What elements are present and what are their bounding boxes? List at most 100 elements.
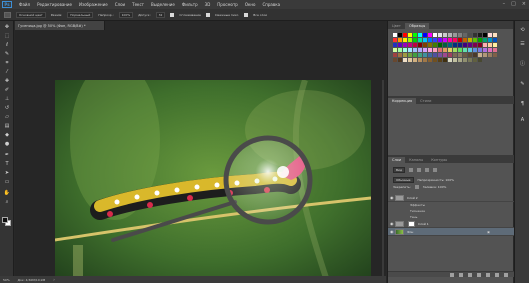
info-icon[interactable]: ⓘ bbox=[519, 61, 526, 68]
color-swatch[interactable] bbox=[403, 48, 407, 52]
layer-style-icon[interactable] bbox=[459, 272, 463, 277]
eyedropper-icon[interactable]: ⁄ bbox=[3, 69, 11, 75]
color-swatch[interactable] bbox=[488, 43, 492, 47]
tab-styles[interactable]: Стили bbox=[416, 98, 435, 104]
color-swatch[interactable] bbox=[493, 48, 497, 52]
color-swatch[interactable] bbox=[443, 58, 447, 62]
color-swatch[interactable] bbox=[408, 38, 412, 42]
menu-view[interactable]: Просмотр bbox=[217, 2, 238, 7]
path-select-icon[interactable]: ➤ bbox=[3, 170, 11, 176]
color-swatch[interactable] bbox=[458, 38, 462, 42]
menu-filter[interactable]: Фильтр bbox=[182, 2, 198, 7]
color-swatch[interactable] bbox=[393, 53, 397, 57]
new-layer-icon[interactable] bbox=[495, 272, 499, 277]
color-swatch[interactable] bbox=[438, 38, 442, 42]
color-swatch[interactable] bbox=[453, 38, 457, 42]
character-icon[interactable]: A bbox=[519, 117, 526, 124]
color-swatch[interactable] bbox=[398, 38, 402, 42]
color-swatch[interactable] bbox=[398, 48, 402, 52]
menu-3d[interactable]: 3D bbox=[205, 2, 211, 7]
lasso-icon[interactable]: ℓ bbox=[3, 42, 11, 48]
blur-icon[interactable]: ◆ bbox=[3, 132, 11, 138]
color-swatch[interactable] bbox=[463, 38, 467, 42]
maximize-button[interactable]: □ bbox=[511, 1, 516, 7]
color-swatch[interactable] bbox=[398, 43, 402, 47]
menu-window[interactable]: Окно bbox=[245, 2, 256, 7]
document-tab[interactable]: Гусеница.jpg @ 50% (Фон, RGB/8#) * bbox=[15, 21, 105, 30]
color-swatch[interactable] bbox=[473, 48, 477, 52]
color-swatch[interactable] bbox=[488, 33, 492, 37]
status-menu-arrow-icon[interactable]: › bbox=[53, 277, 55, 282]
color-swatch[interactable] bbox=[398, 33, 402, 37]
foreground-color-swatch[interactable] bbox=[2, 217, 8, 223]
opacity-field[interactable]: 100% bbox=[118, 11, 134, 18]
all-layers-checkbox[interactable] bbox=[244, 12, 249, 17]
color-swatch[interactable] bbox=[453, 43, 457, 47]
color-swatch[interactable] bbox=[443, 43, 447, 47]
color-swatch[interactable] bbox=[418, 53, 422, 57]
color-swatch[interactable] bbox=[413, 33, 417, 37]
color-swatch[interactable] bbox=[473, 58, 477, 62]
healing-icon[interactable]: ✚ bbox=[3, 78, 11, 84]
tolerance-field[interactable]: 32 bbox=[155, 11, 166, 18]
color-swatch[interactable] bbox=[478, 38, 482, 42]
paragraph-icon[interactable]: ¶ bbox=[519, 101, 526, 108]
color-swatch[interactable] bbox=[463, 48, 467, 52]
color-swatch[interactable] bbox=[393, 33, 397, 37]
menu-help[interactable]: Справка bbox=[262, 2, 280, 7]
color-swatch[interactable] bbox=[453, 33, 457, 37]
menu-select[interactable]: Выделение bbox=[151, 2, 175, 7]
marquee-icon[interactable]: ⬚ bbox=[3, 33, 11, 39]
color-swatch[interactable] bbox=[428, 33, 432, 37]
close-button[interactable]: × bbox=[522, 1, 526, 7]
menu-edit[interactable]: Редактирование bbox=[37, 2, 72, 7]
color-swatch[interactable] bbox=[473, 33, 477, 37]
color-swatch[interactable] bbox=[483, 48, 487, 52]
layer-row-layer-1[interactable]: ◉ Слой 1 bbox=[388, 220, 514, 228]
color-swatch[interactable] bbox=[478, 33, 482, 37]
color-swatch[interactable] bbox=[448, 43, 452, 47]
color-swatch[interactable] bbox=[393, 48, 397, 52]
lock-icon[interactable] bbox=[414, 185, 419, 189]
color-swatch[interactable] bbox=[478, 43, 482, 47]
layer-mask-thumbnail[interactable] bbox=[408, 220, 415, 227]
color-swatch[interactable] bbox=[418, 33, 422, 37]
color-swatch[interactable] bbox=[413, 38, 417, 42]
color-swatch[interactable] bbox=[433, 43, 437, 47]
color-swatch[interactable] bbox=[393, 58, 397, 62]
properties-icon[interactable]: ☰ bbox=[519, 41, 526, 48]
color-swatch[interactable] bbox=[433, 33, 437, 37]
new-group-icon[interactable] bbox=[486, 272, 490, 277]
add-mask-icon[interactable] bbox=[468, 272, 472, 277]
color-swatch[interactable] bbox=[458, 48, 462, 52]
color-swatch[interactable] bbox=[493, 43, 497, 47]
document-image[interactable] bbox=[55, 80, 371, 283]
stamp-icon[interactable]: ⊥ bbox=[3, 96, 11, 102]
color-swatch[interactable] bbox=[403, 58, 407, 62]
type-icon[interactable]: T bbox=[3, 161, 11, 167]
color-swatch[interactable] bbox=[403, 33, 407, 37]
color-swatch[interactable] bbox=[463, 53, 467, 57]
color-swatch[interactable] bbox=[458, 58, 462, 62]
color-swatch[interactable] bbox=[438, 48, 442, 52]
tab-adjustments[interactable]: Коррекция bbox=[388, 98, 417, 104]
color-swatch[interactable] bbox=[473, 38, 477, 42]
crop-icon[interactable]: ⌗ bbox=[3, 60, 11, 66]
color-swatch[interactable] bbox=[408, 53, 412, 57]
color-swatch[interactable] bbox=[468, 43, 472, 47]
color-swatch[interactable] bbox=[468, 38, 472, 42]
color-swatch[interactable] bbox=[403, 43, 407, 47]
color-swatch[interactable] bbox=[418, 38, 422, 42]
shape-icon[interactable]: ▭ bbox=[3, 179, 11, 185]
color-swatch[interactable] bbox=[408, 43, 412, 47]
preset-dropdown[interactable]: Основной цвет bbox=[16, 11, 46, 18]
color-swatch[interactable] bbox=[418, 58, 422, 62]
tab-paths[interactable]: Контуры bbox=[427, 157, 451, 163]
move-icon[interactable]: ✥ bbox=[3, 24, 11, 30]
antialias-checkbox[interactable] bbox=[170, 12, 175, 17]
color-swatch[interactable] bbox=[468, 48, 472, 52]
color-swatch[interactable] bbox=[423, 48, 427, 52]
color-swatch[interactable] bbox=[423, 33, 427, 37]
color-swatch[interactable] bbox=[433, 48, 437, 52]
color-swatch[interactable] bbox=[423, 53, 427, 57]
